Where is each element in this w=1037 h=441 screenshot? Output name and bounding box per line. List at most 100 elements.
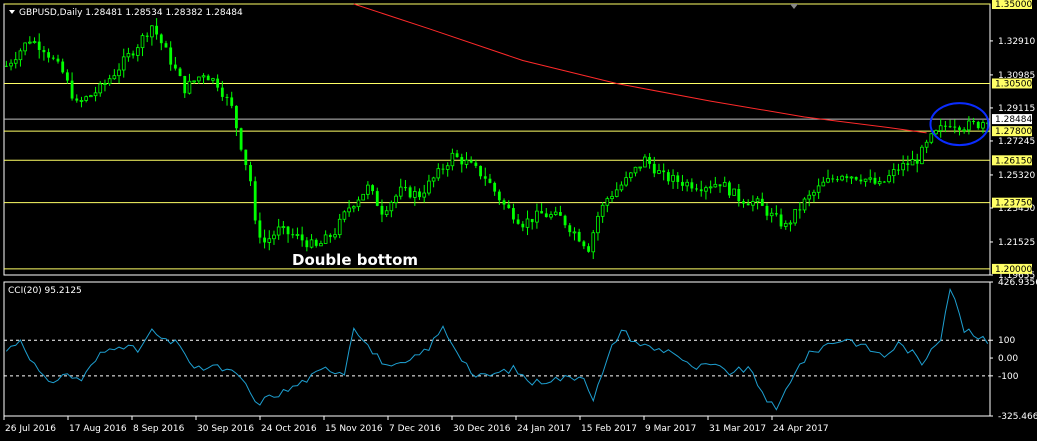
candle[interactable] (873, 172, 877, 185)
candle[interactable] (42, 46, 46, 61)
candle[interactable] (732, 188, 736, 196)
candle[interactable] (75, 94, 79, 103)
candle[interactable] (962, 127, 966, 134)
candle[interactable] (328, 233, 332, 243)
candle[interactable] (558, 205, 562, 216)
candle[interactable] (516, 213, 520, 225)
candle[interactable] (929, 132, 934, 145)
candle[interactable] (300, 226, 304, 247)
candle[interactable] (427, 174, 431, 196)
candle[interactable] (540, 203, 544, 214)
candle[interactable] (164, 40, 168, 48)
candle[interactable] (765, 203, 769, 221)
candle[interactable] (249, 161, 252, 187)
candle[interactable] (887, 169, 891, 184)
candle[interactable] (84, 95, 88, 103)
candle[interactable] (291, 228, 295, 239)
candle[interactable] (384, 206, 389, 218)
candle[interactable] (512, 203, 515, 224)
candle[interactable] (751, 195, 755, 212)
candle[interactable] (169, 41, 173, 71)
candle[interactable] (408, 185, 412, 199)
candle[interactable] (263, 229, 266, 249)
candle[interactable] (319, 240, 323, 247)
candle[interactable] (760, 192, 764, 207)
candle[interactable] (9, 59, 13, 71)
candle[interactable] (56, 54, 60, 64)
candle[interactable] (676, 172, 680, 189)
candle[interactable] (371, 184, 374, 195)
candle[interactable] (201, 73, 206, 84)
candle[interactable] (938, 118, 943, 138)
candle[interactable] (493, 181, 497, 196)
candle[interactable] (422, 184, 427, 203)
candle[interactable] (216, 74, 220, 92)
candle[interactable] (107, 74, 112, 86)
candle[interactable] (507, 200, 511, 209)
candle[interactable] (431, 176, 436, 188)
candle[interactable] (958, 125, 961, 136)
candle[interactable] (488, 173, 492, 184)
candle[interactable] (267, 230, 272, 251)
chart-shift-marker-icon[interactable] (790, 4, 798, 9)
candle[interactable] (197, 76, 201, 85)
dropdown-triangle-icon[interactable] (9, 10, 15, 14)
candle[interactable] (901, 155, 905, 177)
candle[interactable] (742, 198, 745, 208)
candle[interactable] (882, 180, 886, 183)
candle[interactable] (943, 121, 947, 133)
candle[interactable] (891, 163, 896, 184)
candle[interactable] (976, 120, 980, 130)
candle[interactable] (863, 178, 868, 187)
candle[interactable] (614, 182, 619, 198)
candle[interactable] (361, 193, 365, 201)
candle[interactable] (178, 67, 182, 77)
candle[interactable] (136, 44, 140, 62)
candle[interactable] (535, 203, 539, 229)
candle[interactable] (774, 205, 778, 217)
candle[interactable] (572, 227, 577, 241)
candle[interactable] (605, 196, 610, 213)
candle[interactable] (624, 171, 628, 187)
candle[interactable] (445, 162, 450, 177)
candle[interactable] (816, 178, 821, 199)
candle[interactable] (591, 229, 596, 260)
candle[interactable] (239, 127, 243, 152)
candle[interactable] (47, 48, 51, 63)
candle[interactable] (600, 202, 605, 223)
candle[interactable] (708, 180, 713, 194)
candle[interactable] (671, 169, 675, 189)
candle[interactable] (713, 176, 718, 188)
candle[interactable] (389, 200, 394, 218)
candle[interactable] (897, 163, 900, 175)
candle[interactable] (704, 185, 708, 200)
candle[interactable] (502, 198, 506, 210)
candle[interactable] (455, 149, 459, 158)
candle[interactable] (112, 69, 117, 80)
candle[interactable] (337, 213, 342, 239)
candle[interactable] (662, 163, 666, 181)
candle[interactable] (32, 37, 37, 44)
candle[interactable] (849, 176, 854, 185)
candle[interactable] (638, 166, 643, 172)
candle[interactable] (831, 174, 835, 183)
candle[interactable] (920, 144, 924, 165)
candle[interactable] (728, 180, 731, 199)
candle[interactable] (404, 180, 407, 191)
candle[interactable] (183, 75, 187, 98)
candle[interactable] (619, 181, 624, 192)
candle[interactable] (375, 187, 379, 207)
candle[interactable] (51, 55, 55, 61)
candle[interactable] (657, 163, 661, 175)
candle[interactable] (521, 221, 525, 232)
candle[interactable] (65, 69, 69, 84)
candle[interactable] (906, 155, 910, 172)
candle[interactable] (610, 191, 614, 203)
candle[interactable] (23, 42, 27, 56)
candle[interactable] (351, 205, 356, 213)
candle[interactable] (699, 180, 703, 197)
candle[interactable] (479, 165, 482, 180)
candle[interactable] (549, 211, 553, 220)
candle[interactable] (648, 153, 652, 169)
candle[interactable] (418, 188, 421, 200)
